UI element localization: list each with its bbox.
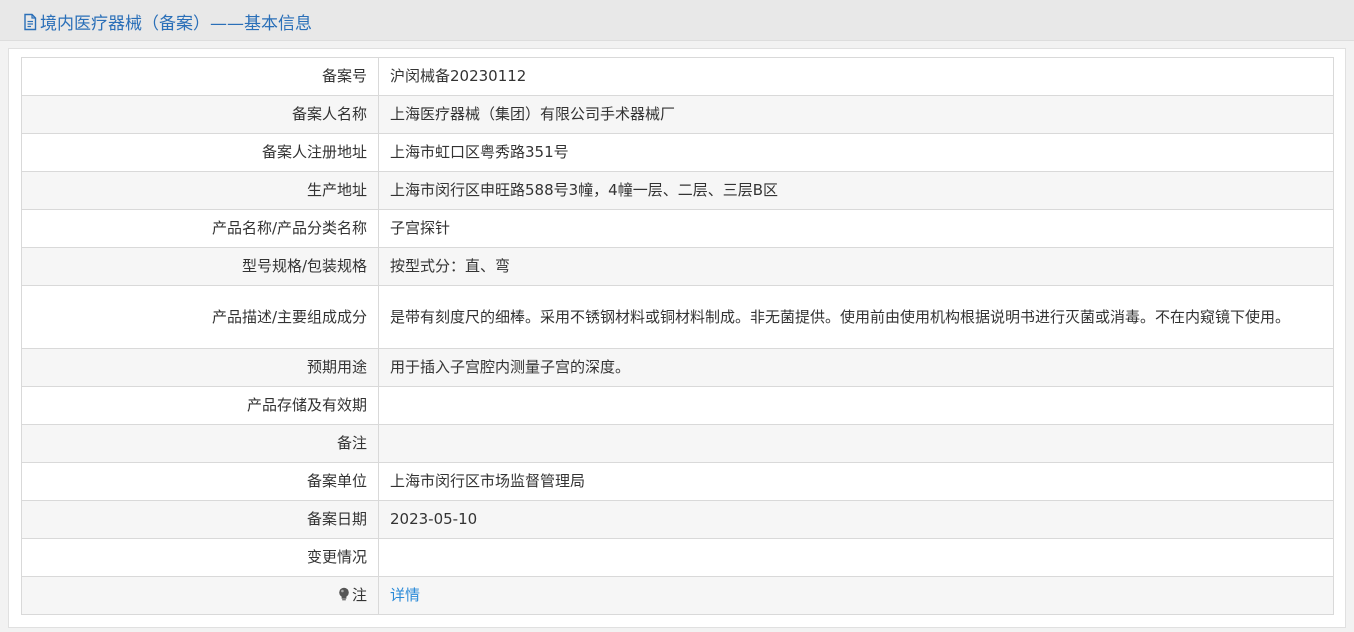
table-row: 备案单位 上海市闵行区市场监督管理局	[21, 462, 1334, 501]
table-row: 产品名称/产品分类名称 子宫探针	[21, 209, 1334, 248]
row-label: 备案人注册地址	[21, 133, 379, 172]
page-title-text: 境内医疗器械（备案）——基本信息	[40, 14, 312, 34]
table-row: 备案日期 2023-05-10	[21, 500, 1334, 539]
table-row: 生产地址 上海市闵行区申旺路588号3幢，4幢一层、二层、三层B区	[21, 171, 1334, 210]
table-row: 产品存储及有效期	[21, 386, 1334, 425]
table-row: 备案号 沪闵械备20230112	[21, 57, 1334, 96]
document-icon	[22, 13, 38, 31]
table-row: 备案人注册地址 上海市虹口区粤秀路351号	[21, 133, 1334, 172]
row-label: 备案日期	[21, 500, 379, 539]
row-label: 产品存储及有效期	[21, 386, 379, 425]
row-value: 按型式分：直、弯	[378, 247, 1334, 286]
row-value: 沪闵械备20230112	[378, 57, 1334, 96]
page-title: 境内医疗器械（备案）——基本信息	[22, 9, 312, 34]
row-value: 是带有刻度尺的细棒。采用不锈钢材料或铜材料制成。非无菌提供。使用前由使用机构根据…	[378, 285, 1334, 349]
note-value-cell: 详情	[378, 576, 1334, 615]
details-link[interactable]: 详情	[390, 586, 420, 604]
note-label: 注	[351, 586, 367, 604]
page-header: 境内医疗器械（备案）——基本信息	[0, 0, 1354, 41]
row-label: 备注	[21, 424, 379, 463]
row-value: 子宫探针	[378, 209, 1334, 248]
lightbulb-icon	[338, 585, 350, 601]
row-value: 上海市闵行区市场监督管理局	[378, 462, 1334, 501]
table-row: 备注	[21, 424, 1334, 463]
row-label: 产品名称/产品分类名称	[21, 209, 379, 248]
row-label: 生产地址	[21, 171, 379, 210]
note-row: 注 详情	[21, 576, 1334, 615]
row-value: 2023-05-10	[378, 500, 1334, 539]
row-value	[378, 538, 1334, 577]
table-row: 备案人名称 上海医疗器械（集团）有限公司手术器械厂	[21, 95, 1334, 134]
table-row: 变更情况	[21, 538, 1334, 577]
row-value	[378, 386, 1334, 425]
row-value	[378, 424, 1334, 463]
row-value: 上海医疗器械（集团）有限公司手术器械厂	[378, 95, 1334, 134]
row-label: 备案号	[21, 57, 379, 96]
row-label: 备案人名称	[21, 95, 379, 134]
row-label: 预期用途	[21, 348, 379, 387]
table-row: 预期用途 用于插入子宫腔内测量子宫的深度。	[21, 348, 1334, 387]
note-label-cell: 注	[21, 576, 379, 615]
info-table: 备案号 沪闵械备20230112 备案人名称 上海医疗器械（集团）有限公司手术器…	[21, 57, 1334, 615]
row-value: 用于插入子宫腔内测量子宫的深度。	[378, 348, 1334, 387]
row-label: 型号规格/包装规格	[21, 247, 379, 286]
row-label: 变更情况	[21, 538, 379, 577]
info-panel: 备案号 沪闵械备20230112 备案人名称 上海医疗器械（集团）有限公司手术器…	[8, 48, 1346, 628]
row-value: 上海市闵行区申旺路588号3幢，4幢一层、二层、三层B区	[378, 171, 1334, 210]
table-row: 产品描述/主要组成成分 是带有刻度尺的细棒。采用不锈钢材料或铜材料制成。非无菌提…	[21, 285, 1334, 349]
table-row: 型号规格/包装规格 按型式分：直、弯	[21, 247, 1334, 286]
row-label: 备案单位	[21, 462, 379, 501]
row-value: 上海市虹口区粤秀路351号	[378, 133, 1334, 172]
row-label: 产品描述/主要组成成分	[21, 285, 379, 349]
